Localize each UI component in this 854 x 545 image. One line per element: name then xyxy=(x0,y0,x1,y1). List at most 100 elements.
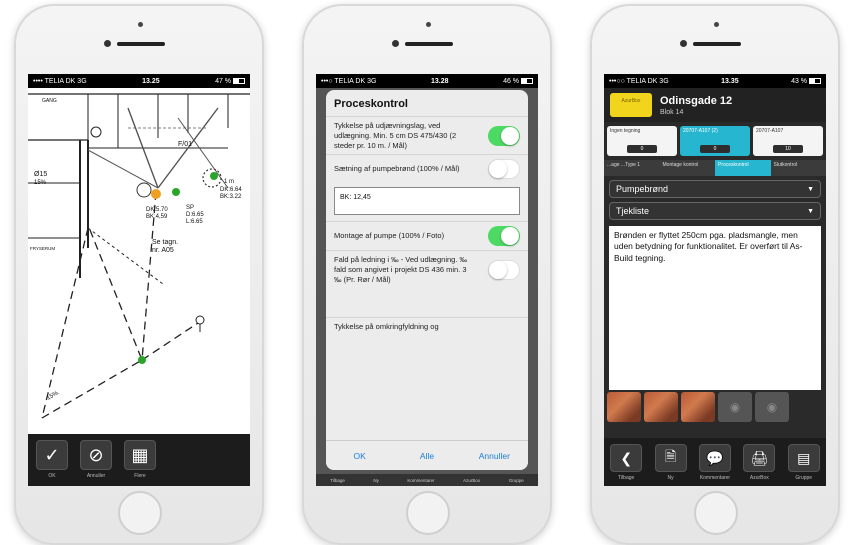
row-text: Sætning af pumpebrønd (100% / Mål) xyxy=(334,164,460,174)
home-button[interactable] xyxy=(406,491,450,535)
card-count: 0 xyxy=(627,145,657,153)
plan-label: Se tagn. xyxy=(152,239,178,246)
toggle-switch[interactable] xyxy=(488,259,520,280)
comment-textarea[interactable]: Brønden er flyttet 250cm pga. pladsmangl… xyxy=(609,226,821,398)
camera-icon[interactable]: ◉ xyxy=(718,392,752,422)
status-bar: •••○ TELIA DK 3G 13.28 46 % xyxy=(316,74,538,88)
photo-thumbnail[interactable] xyxy=(644,392,678,422)
component-dropdown[interactable]: Pumpebrønd ▼ xyxy=(609,180,821,198)
toolbar-label: Gruppe xyxy=(508,477,524,483)
tab-type[interactable]: ...age ...Type 1 xyxy=(604,160,660,176)
cancel-button[interactable]: ⊘ Annuller xyxy=(78,440,114,486)
bottom-toolbar: ❮ Tilbage 🗎 Ny 💬 Kommentarer 🖨 AzurBox ▤… xyxy=(604,438,826,486)
comment-icon: 💬 xyxy=(698,444,731,472)
checklist-row: Tykkelse på omkringfyldning og xyxy=(326,316,528,336)
checklist-dropdown[interactable]: Tjekliste ▼ xyxy=(609,202,821,220)
drawing-card[interactable]: Ingen tegning 0 xyxy=(607,126,677,156)
drawing-canvas[interactable]: Se tagn. nr. A05 DK:5.70 BK:4,59 SP D:6.… xyxy=(28,88,250,434)
dropdown-value: Tjekliste xyxy=(616,206,650,216)
drawing-card[interactable]: 20707-A107 (2) 0 xyxy=(680,126,750,156)
toggle-switch[interactable] xyxy=(488,125,520,146)
azurbox-button[interactable]: 🖨 AzurBox xyxy=(740,444,778,486)
screen-2: •••○ TELIA DK 3G 13.28 46 % Tilbage Ny K… xyxy=(316,74,538,486)
dialog-buttons: OK Alle Annuller xyxy=(326,440,528,470)
tab-slutkontrol[interactable]: Slutkontrol xyxy=(771,160,827,176)
ok-button[interactable]: ✓ OK xyxy=(34,440,70,486)
chevron-down-icon: ▼ xyxy=(807,207,814,215)
photo-thumbnail[interactable] xyxy=(607,392,641,422)
photo-thumbnail[interactable] xyxy=(681,392,715,422)
comments-label: Kommentarer xyxy=(699,475,731,481)
new-button[interactable]: 🗎 Ny xyxy=(652,444,690,486)
carrier-label: •••• TELIA DK 3G xyxy=(33,77,87,85)
more-button[interactable]: ▦ Flere xyxy=(122,440,158,486)
time-label: 13.25 xyxy=(142,77,160,85)
back-icon: ❮ xyxy=(610,444,643,472)
back-label: Tilbage xyxy=(618,475,635,481)
screen-1: •••• TELIA DK 3G 13.25 47 % Se tagn. nr.… xyxy=(28,74,250,486)
plan-label: 15% xyxy=(34,180,47,186)
camera-icon xyxy=(392,40,399,47)
carrier-label: •••○ TELIA DK 3G xyxy=(321,77,377,85)
all-button[interactable]: Alle xyxy=(393,441,460,470)
card-count: 0 xyxy=(700,145,730,153)
drawing-plan[interactable]: Se tagn. nr. A05 DK:5.70 BK:4,59 SP D:6.… xyxy=(28,88,250,434)
group-label: Gruppe xyxy=(795,475,813,481)
sensor-icon xyxy=(714,22,719,27)
background-toolbar: Tilbage Ny Kommentarer AzurBox Gruppe xyxy=(316,474,538,486)
plan-label: Ø15 xyxy=(34,171,47,178)
project-subtitle: Blok 14 xyxy=(660,108,684,116)
drawing-card[interactable]: 20707-A107 10 xyxy=(753,126,823,156)
cancel-button[interactable]: Annuller xyxy=(461,441,528,470)
plan-label: L:6.65 xyxy=(186,219,203,225)
phone-2: •••○ TELIA DK 3G 13.28 46 % Tilbage Ny K… xyxy=(302,4,552,545)
cancel-icon: ⊘ xyxy=(80,440,112,470)
checklist-row: Fald på ledning i ‰ - Ved udlægning. ‰ f… xyxy=(326,250,528,288)
battery-indicator: 46 % xyxy=(503,78,533,85)
toggle-switch[interactable] xyxy=(488,226,520,247)
sensor-icon xyxy=(426,22,431,27)
ok-button[interactable]: OK xyxy=(326,441,393,470)
measurement-input[interactable]: BK: 12,45 xyxy=(334,187,520,216)
status-bar: •••• TELIA DK 3G 13.25 47 % xyxy=(28,74,250,88)
time-label: 13.35 xyxy=(721,77,739,85)
card-count: 10 xyxy=(773,145,803,153)
phone-1: •••• TELIA DK 3G 13.25 47 % Se tagn. nr.… xyxy=(14,4,264,545)
cancel-label: Annuller xyxy=(86,473,106,479)
home-button[interactable] xyxy=(694,491,738,535)
tab-proceskontrol[interactable]: Proceskontrol xyxy=(715,160,771,176)
control-tabs: ...age ...Type 1 Montage kontrol Procesk… xyxy=(604,160,826,176)
back-button[interactable]: ❮ Tilbage xyxy=(607,444,645,486)
tab-montage-kontrol[interactable]: Montage kontrol xyxy=(660,160,716,176)
chevron-down-icon: ▼ xyxy=(807,185,814,193)
status-bar: •••○○ TELIA DK 3G 13.35 43 % xyxy=(604,74,826,88)
dialog-title: Proceskontrol xyxy=(334,98,408,110)
plan-label: D:6.65 xyxy=(186,212,204,218)
toggle-switch[interactable] xyxy=(488,159,520,180)
home-button[interactable] xyxy=(118,491,162,535)
toolbar-label: Tilbage xyxy=(330,477,345,483)
comments-button[interactable]: 💬 Kommentarer xyxy=(696,444,734,486)
drawing-cards: Ingen tegning 0 20707-A107 (2) 0 20707-A… xyxy=(604,122,826,160)
row-text: Fald på ledning i ‰ - Ved udlægning. ‰ f… xyxy=(334,255,467,284)
checklist-row: Montage af pumpe (100% / Foto) xyxy=(326,221,528,250)
bottom-toolbar: ✓ OK ⊘ Annuller ▦ Flere xyxy=(28,434,250,486)
camera-icon[interactable]: ◉ xyxy=(755,392,789,422)
battery-indicator: 47 % xyxy=(215,78,245,85)
checkmark-icon: ✓ xyxy=(36,440,68,470)
list-icon: ▤ xyxy=(787,444,820,472)
photo-strip: ◉ ◉ xyxy=(604,390,826,424)
plan-label: GANG xyxy=(42,98,57,104)
card-title: 20707-A107 xyxy=(756,128,784,134)
row-text: Tykkelse på udjævningslag, ved udlægning… xyxy=(334,121,457,150)
camera-icon xyxy=(104,40,111,47)
new-document-icon: 🗎 xyxy=(654,444,687,472)
group-button[interactable]: ▤ Gruppe xyxy=(785,444,823,486)
more-label: Flere xyxy=(134,473,146,479)
app-logo: AzurBox xyxy=(610,93,652,117)
carrier-label: •••○○ TELIA DK 3G xyxy=(609,77,669,85)
plan-label: 1 m xyxy=(224,179,234,185)
toolbar-label: AzurBox xyxy=(463,477,481,483)
speaker-icon xyxy=(693,42,741,46)
sensor-icon xyxy=(138,22,143,27)
